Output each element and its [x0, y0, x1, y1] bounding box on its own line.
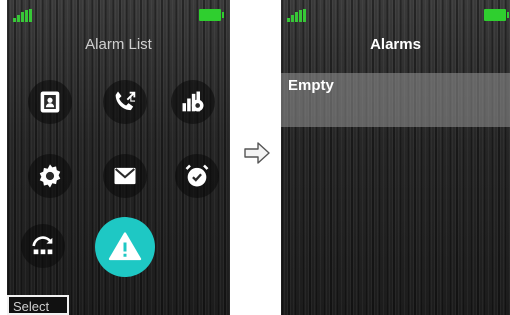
select-softkey[interactable]: Select — [7, 295, 69, 315]
arrow-right-icon — [244, 142, 270, 164]
messages-icon[interactable] — [103, 154, 147, 198]
contacts-icon[interactable] — [28, 80, 72, 124]
battery-icon — [199, 9, 224, 21]
connectivity-settings-icon[interactable] — [171, 80, 215, 124]
alarm-warning-icon[interactable] — [95, 217, 155, 277]
screen-title: Alarm List — [85, 36, 152, 53]
alarm-clock-icon[interactable] — [175, 154, 219, 198]
alarm-list-screen: Alarm List Select — [7, 0, 230, 315]
settings-icon[interactable] — [28, 154, 72, 198]
call-log-icon[interactable] — [103, 80, 147, 124]
list-item-label: Empty — [288, 77, 334, 94]
battery-icon — [484, 9, 509, 21]
profiles-icon[interactable] — [21, 224, 65, 268]
screen-title: Alarms — [370, 36, 421, 53]
alarms-screen: Alarms Empty — [281, 0, 510, 315]
signal-strength-icon — [287, 9, 309, 22]
list-item[interactable]: Empty — [281, 73, 510, 127]
signal-strength-icon — [13, 9, 35, 22]
